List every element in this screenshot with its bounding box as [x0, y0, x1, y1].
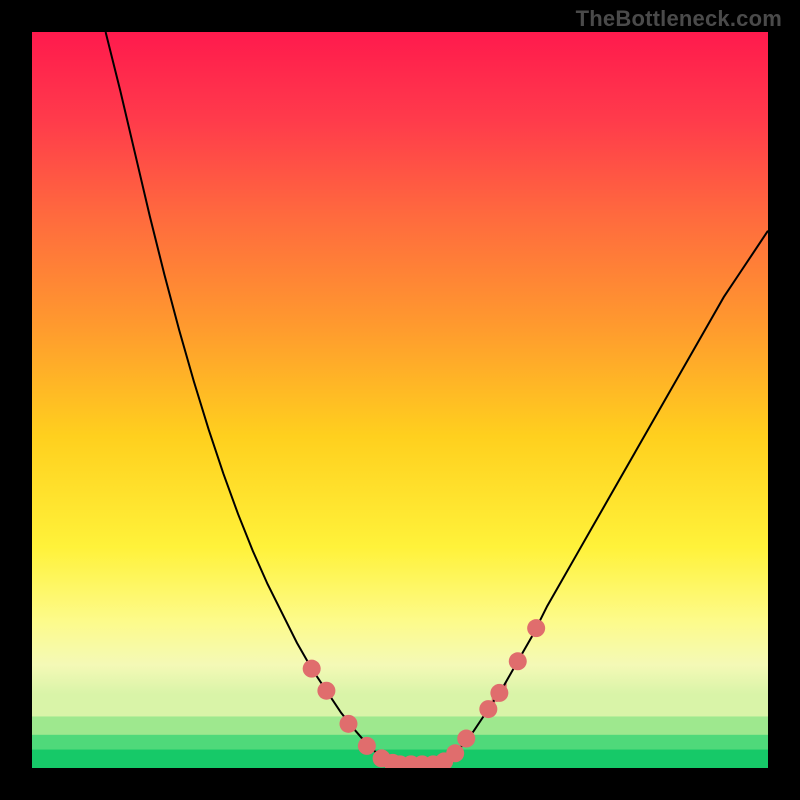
plot-area	[32, 32, 768, 768]
marker-dot	[317, 682, 335, 700]
marker-dot	[446, 744, 464, 762]
marker-dot	[490, 684, 508, 702]
green-band	[32, 716, 768, 734]
marker-dot	[457, 730, 475, 748]
gradient-background	[32, 32, 768, 768]
marker-dot	[303, 660, 321, 678]
watermark-label: TheBottleneck.com	[576, 6, 782, 32]
marker-dot	[509, 652, 527, 670]
bottleneck-chart	[32, 32, 768, 768]
chart-frame: TheBottleneck.com	[0, 0, 800, 800]
green-band	[32, 735, 768, 750]
marker-dot	[339, 715, 357, 733]
marker-dot	[479, 700, 497, 718]
green-band	[32, 694, 768, 716]
marker-dot	[527, 619, 545, 637]
marker-dot	[358, 737, 376, 755]
